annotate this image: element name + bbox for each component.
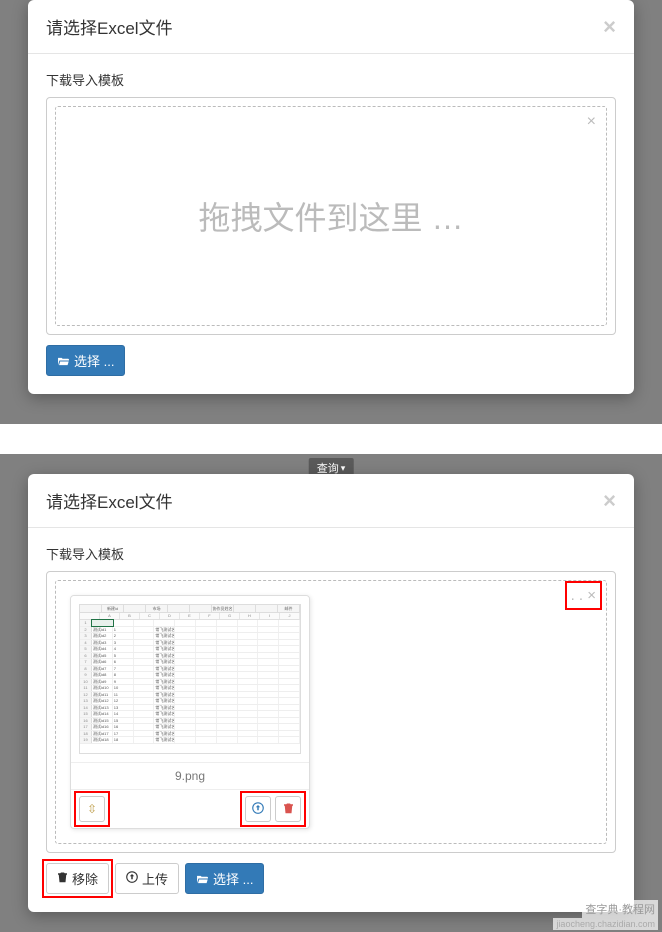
remove-button[interactable]: 移除 — [46, 863, 109, 894]
folder-open-icon — [196, 874, 209, 884]
spreadsheet-preview: 新建id市场协作员姓名邮件ABCDEFGHIJ12测试id11常飞测试名称3测试… — [79, 604, 301, 754]
upload-label: 上传 — [142, 869, 168, 888]
file-name-label: 9.png — [71, 762, 309, 789]
download-template-link[interactable]: 下载导入模板 — [46, 544, 124, 563]
modal-header: 请选择Excel文件 × — [28, 0, 634, 54]
excel-upload-modal-filled: 请选择Excel文件 × 下载导入模板 . . × 新建id市场协作员姓名邮件A… — [28, 474, 634, 912]
excel-upload-modal: 请选择Excel文件 × 下载导入模板 × 拖拽文件到这里 … 选择 ... — [28, 0, 634, 394]
upload-button[interactable]: 上传 — [115, 863, 179, 894]
chevron-down-icon: ▾ — [341, 463, 346, 474]
modal-header: 请选择Excel文件 × — [28, 474, 634, 528]
button-row: 移除 上传 选择 ... — [46, 863, 616, 894]
trash-icon — [57, 871, 68, 886]
clear-icon[interactable]: . . × — [571, 587, 596, 604]
close-icon[interactable]: × — [603, 490, 616, 512]
upload-arrow-icon — [252, 802, 264, 817]
file-thumbnail: 新建id市场协作员姓名邮件ABCDEFGHIJ12测试id11常飞测试名称3测试… — [71, 596, 309, 762]
upload-single-button[interactable] — [245, 796, 271, 822]
select-file-button[interactable]: 选择 ... — [46, 345, 125, 376]
watermark-text: 查字典·教程网 — [582, 900, 658, 918]
delete-single-button[interactable] — [275, 796, 301, 822]
remove-label: 移除 — [72, 869, 98, 888]
file-actions-bar: ⇳ — [71, 789, 309, 828]
button-row: 选择 ... — [46, 345, 616, 376]
trash-icon — [283, 802, 294, 817]
file-drop-zone[interactable]: × 拖拽文件到这里 … — [55, 106, 607, 326]
close-icon[interactable]: × — [603, 16, 616, 38]
select-file-label: 选择 ... — [213, 869, 253, 888]
folder-open-icon — [57, 356, 70, 366]
file-preview: 新建id市场协作员姓名邮件ABCDEFGHIJ12测试id11常飞测试名称3测试… — [70, 595, 310, 829]
file-input-wrapper: × 拖拽文件到这里 … — [46, 97, 616, 335]
drag-handle-icon: ⇳ — [87, 802, 97, 816]
modal-body: 下载导入模板 × 拖拽文件到这里 … 选择 ... — [28, 54, 634, 394]
clear-icon[interactable]: × — [587, 113, 596, 131]
screenshot-bottom: 查询 ▾ 请选择Excel文件 × 下载导入模板 . . × 新建id市场协作员… — [0, 454, 662, 932]
modal-title: 请选择Excel文件 — [46, 14, 173, 39]
select-file-button[interactable]: 选择 ... — [185, 863, 264, 894]
upload-arrow-icon — [126, 871, 138, 886]
file-input-wrapper: . . × 新建id市场协作员姓名邮件ABCDEFGHIJ12测试id11常飞测… — [46, 571, 616, 853]
modal-title: 请选择Excel文件 — [46, 488, 173, 513]
download-template-link[interactable]: 下载导入模板 — [46, 70, 124, 89]
file-drop-zone[interactable]: . . × 新建id市场协作员姓名邮件ABCDEFGHIJ12测试id11常飞测… — [55, 580, 607, 844]
drag-handle-button[interactable]: ⇳ — [79, 796, 105, 822]
section-gap — [0, 424, 662, 454]
modal-body: 下载导入模板 . . × 新建id市场协作员姓名邮件ABCDEFGHIJ12测试… — [28, 528, 634, 912]
drop-zone-placeholder: 拖拽文件到这里 … — [199, 193, 464, 239]
screenshot-top: 请选择Excel文件 × 下载导入模板 × 拖拽文件到这里 … 选择 ... — [0, 0, 662, 424]
select-file-label: 选择 ... — [74, 351, 114, 370]
